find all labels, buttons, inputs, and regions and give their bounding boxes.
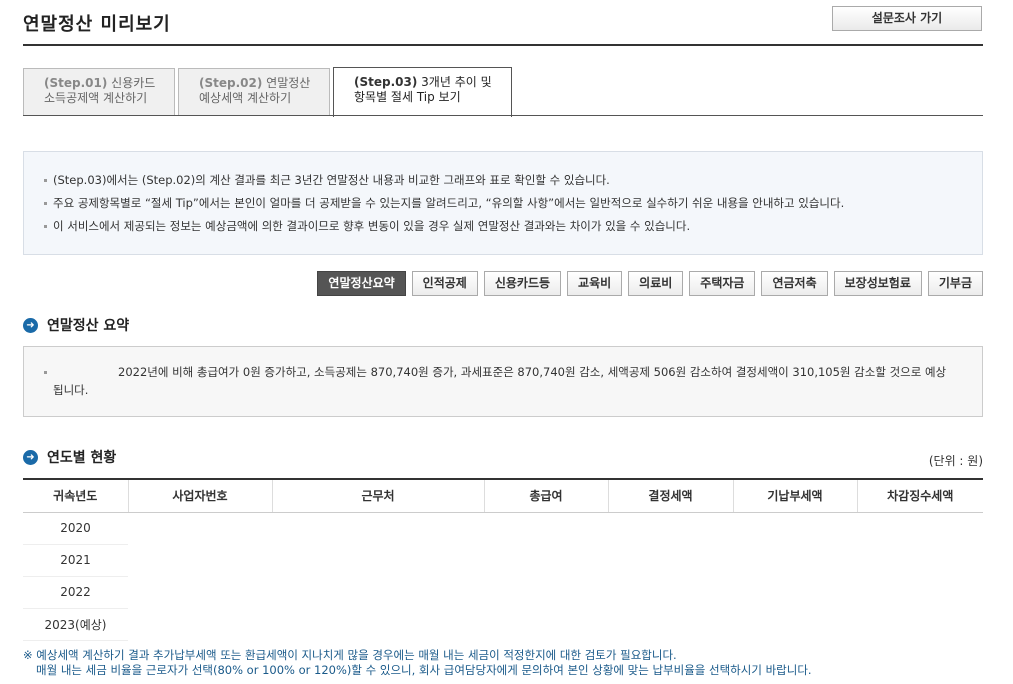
empty-cells xyxy=(128,576,983,608)
col-workplace: 근무처 xyxy=(271,478,484,513)
title-divider xyxy=(23,44,983,46)
table-row: 2023(예상) xyxy=(23,608,983,641)
category-credit-card-button[interactable]: 신용카드등 xyxy=(483,271,562,296)
summary-heading-text: 연말정산 요약 xyxy=(47,318,130,334)
page-title: 연말정산 미리보기 xyxy=(23,14,171,35)
category-medical-button[interactable]: 의료비 xyxy=(628,271,684,296)
tab-step-03[interactable]: (Step.03) 3개년 추이 및 항목별 절세 Tip 보기 xyxy=(333,67,512,117)
info-box: (Step.03)에서는 (Step.02)의 계산 결과를 최근 3년간 연말… xyxy=(23,151,983,255)
year-cell: 2021 xyxy=(23,544,128,577)
summary-heading: ➜ 연말정산 요약 xyxy=(23,315,129,335)
category-housing-button[interactable]: 주택자금 xyxy=(689,271,756,296)
col-business-number: 사업자번호 xyxy=(127,478,272,513)
tab-line1: 3개년 추이 및 xyxy=(421,75,492,89)
tab-line2: 예상세액 계산하기 xyxy=(199,91,292,105)
footnote: ※ 예상세액 계산하기 결과 추가납부세액 또는 환급세액이 지나치게 많을 경… xyxy=(23,648,812,678)
bullet-icon xyxy=(44,371,47,374)
empty-cells xyxy=(128,608,983,640)
col-year: 귀속년도 xyxy=(23,478,128,513)
category-buttons: 연말정산요약 인적공제 신용카드등 교육비 의료비 주택자금 연금저축 보장성보… xyxy=(317,271,983,296)
empty-cells xyxy=(128,512,983,544)
category-donation-button[interactable]: 기부금 xyxy=(927,271,983,296)
tab-step-label: (Step.01) xyxy=(44,76,108,90)
info-item: 이 서비스에서 제공되는 정보는 예상금액에 의한 결과이므로 향후 변동이 있… xyxy=(44,215,982,238)
arrow-circle-icon: ➜ xyxy=(23,317,38,333)
table-header-row: 귀속년도 사업자번호 근무처 총급여 결정세액 기납부세액 차감징수세액 xyxy=(23,478,983,513)
summary-box: 2022년에 비해 총급여가 0원 증가하고, 소득공제는 870,740원 증… xyxy=(23,346,983,417)
year-cell: 2022 xyxy=(23,576,128,609)
col-prepaid-tax: 기납부세액 xyxy=(732,478,857,513)
survey-button[interactable]: 설문조사 가기 xyxy=(832,6,982,31)
footnote-line1: ※ 예상세액 계산하기 결과 추가납부세액 또는 환급세액이 지나치게 많을 경… xyxy=(23,648,677,662)
tab-step-02[interactable]: (Step.02) 연말정산 예상세액 계산하기 xyxy=(178,68,330,116)
table-row: 2022 xyxy=(23,576,983,609)
arrow-circle-icon: ➜ xyxy=(23,449,38,465)
col-total-salary: 총급여 xyxy=(483,478,608,513)
year-cell: 2020 xyxy=(23,512,128,545)
tab-divider xyxy=(23,115,983,116)
year-cell: 2023(예상) xyxy=(23,608,128,641)
col-balance-tax: 차감징수세액 xyxy=(856,478,983,513)
category-education-button[interactable]: 교육비 xyxy=(567,271,623,296)
tab-step-label: (Step.02) xyxy=(199,76,263,90)
table-row: 2021 xyxy=(23,544,983,577)
category-pension-button[interactable]: 연금저축 xyxy=(761,271,828,296)
tab-line1: 신용카드 xyxy=(111,76,156,90)
yearly-table: 귀속년도 사업자번호 근무처 총급여 결정세액 기납부세액 차감징수세액 202… xyxy=(23,478,983,641)
unit-label: (단위 : 원) xyxy=(928,454,983,468)
category-insurance-button[interactable]: 보장성보험료 xyxy=(833,271,922,296)
info-item: (Step.03)에서는 (Step.02)의 계산 결과를 최근 3년간 연말… xyxy=(44,169,982,192)
category-summary-button[interactable]: 연말정산요약 xyxy=(317,271,406,296)
tab-step-01[interactable]: (Step.01) 신용카드 소득공제액 계산하기 xyxy=(23,68,175,116)
tab-line2: 항목별 절세 Tip 보기 xyxy=(354,90,461,104)
table-row: 2020 xyxy=(23,512,983,545)
yearly-heading-text: 연도별 현황 xyxy=(47,450,117,466)
info-item: 주요 공제항목별로 “절세 Tip”에서는 본인이 얼마를 더 공제받을 수 있… xyxy=(44,192,982,215)
summary-text: 2022년에 비해 총급여가 0원 증가하고, 소득공제는 870,740원 증… xyxy=(53,365,947,397)
col-determined-tax: 결정세액 xyxy=(607,478,733,513)
tab-step-label: (Step.03) xyxy=(354,75,418,89)
yearly-heading: ➜ 연도별 현황 xyxy=(23,447,116,467)
empty-cells xyxy=(128,544,983,576)
category-personal-deduction-button[interactable]: 인적공제 xyxy=(411,271,478,296)
footnote-line2: 매월 내는 세금 비율을 근로자가 선택(80% or 100% or 120%… xyxy=(36,663,812,677)
tab-line2: 소득공제액 계산하기 xyxy=(44,91,148,105)
tab-line1: 연말정산 xyxy=(266,76,311,90)
